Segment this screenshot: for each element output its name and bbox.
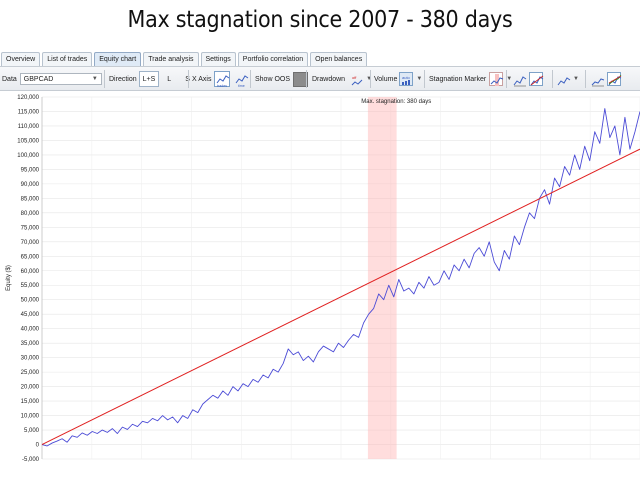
y-tick-label: 110,000 — [18, 124, 40, 130]
chevron-down-icon: ▼ — [91, 76, 98, 82]
stagnation-label-text: Max. stagnation: 380 days — [361, 99, 431, 105]
stagnation-group: Stagnation Marker ▼ — [429, 71, 512, 87]
xaxis-group: X Axis trades time — [192, 71, 249, 88]
volume-icon[interactable]: auto — [399, 72, 414, 86]
toolbar-divider — [585, 70, 586, 88]
xaxis-time-text: time — [238, 84, 245, 88]
y-tick-label: 55,000 — [21, 283, 40, 289]
chart-toolbar: Data GBPCAD ▼ Direction L+S L S X Axis t… — [0, 66, 640, 91]
drawdown-label: Drawdown — [312, 75, 346, 83]
y-tick-label: 100,000 — [17, 153, 39, 159]
direction-long-button[interactable]: L — [163, 71, 175, 87]
stagnation-band — [367, 97, 397, 459]
show-oos-group: Show OOS — [255, 71, 309, 87]
tab-bar: Overview List of trades Equity chart Tra… — [0, 48, 640, 66]
y-tick-label: 20,000 — [21, 385, 40, 391]
y-tick-label: 10,000 — [21, 414, 40, 420]
chart-style-group-2: ▼ — [556, 71, 579, 87]
line-chart-icon[interactable] — [512, 72, 527, 87]
data-select[interactable]: GBPCAD ▼ — [19, 73, 102, 85]
y-tick-label: 120,000 — [17, 95, 39, 101]
direction-group: Direction L+S L S — [109, 71, 194, 87]
area-chart-icon[interactable] — [590, 72, 605, 87]
y-tick-label: 70,000 — [21, 240, 40, 246]
y-tick-label: 5,000 — [24, 428, 40, 434]
tab-trade-analysis[interactable]: Trade analysis — [143, 52, 199, 66]
toolbar-divider — [370, 70, 371, 88]
chevron-down-icon[interactable]: ▼ — [416, 76, 422, 82]
chart-style-group-1 — [512, 71, 544, 87]
stagnation-marker-icon[interactable] — [489, 72, 504, 86]
data-label: Data — [2, 75, 17, 83]
y-tick-label: 60,000 — [21, 269, 40, 275]
chevron-down-icon[interactable]: ▼ — [573, 76, 579, 82]
tab-open-balances[interactable]: Open balances — [310, 52, 368, 66]
y-tick-label: 75,000 — [21, 225, 40, 231]
toolbar-divider — [424, 70, 425, 88]
y-tick-label: 35,000 — [21, 341, 40, 347]
y-tick-label: 45,000 — [21, 312, 40, 318]
direction-ls-button[interactable]: L+S — [138, 71, 160, 87]
y-tick-label: 105,000 — [17, 138, 39, 144]
y-tick-label: 95,000 — [21, 167, 40, 173]
y-tick-label: 30,000 — [21, 356, 40, 362]
volume-group: Volume auto ▼ — [374, 71, 422, 87]
drawdown-icon-text: off — [352, 75, 357, 80]
y-tick-label: 65,000 — [21, 254, 40, 260]
tab-list-of-trades[interactable]: List of trades — [42, 52, 93, 66]
xaxis-trades-text: trades — [217, 84, 227, 88]
toolbar-divider — [306, 70, 307, 88]
tab-equity-chart[interactable]: Equity chart — [94, 52, 142, 66]
toolbar-divider — [552, 70, 553, 88]
xaxis-label: X Axis — [192, 75, 212, 83]
multi-line-chart-icon[interactable] — [607, 72, 622, 86]
y-tick-label: 25,000 — [21, 370, 40, 376]
xaxis-trades-icon[interactable]: trades — [214, 71, 231, 88]
y-tick-label: 15,000 — [21, 399, 40, 405]
y-axis-title: Equity ($) — [6, 265, 12, 291]
line-options-icon[interactable] — [556, 72, 571, 86]
direction-label: Direction — [109, 75, 137, 83]
page-headline: Max stagnation since 2007 - 380 days — [127, 7, 513, 33]
drawdown-icon[interactable]: off — [349, 72, 363, 86]
volume-icon-text: auto — [402, 75, 411, 80]
tab-portfolio-correlation[interactable]: Portfolio correlation — [237, 52, 309, 66]
y-tick-label: 115,000 — [18, 109, 40, 115]
y-tick-label: 80,000 — [21, 211, 40, 217]
equity-chart[interactable]: Max. stagnation: 380 days 120,000 115,000… — [0, 91, 640, 480]
y-tick-label: 85,000 — [21, 196, 40, 202]
data-value: GBPCAD — [23, 75, 54, 83]
toolbar-divider — [104, 70, 105, 88]
tab-overview[interactable]: Overview — [1, 52, 41, 66]
tab-settings[interactable]: Settings — [200, 52, 236, 66]
trend-chart-icon[interactable] — [529, 72, 544, 86]
y-tick-label: 50,000 — [21, 298, 40, 304]
volume-label: Volume — [374, 75, 398, 83]
toolbar-divider — [506, 70, 507, 88]
y-tick-label: -5,000 — [22, 457, 40, 463]
chart-style-group-3 — [590, 71, 622, 87]
toolbar-divider — [250, 70, 251, 88]
drawdown-group: Drawdown off ▼ — [312, 71, 372, 87]
y-tick-label: 40,000 — [21, 327, 40, 333]
data-group: Data GBPCAD ▼ — [2, 71, 102, 87]
y-tick-label: 90,000 — [21, 182, 40, 188]
xaxis-time-icon[interactable]: time — [233, 71, 249, 88]
toolbar-divider — [188, 70, 189, 88]
stagnation-label: Stagnation Marker — [429, 75, 487, 83]
show-oos-label: Show OOS — [255, 75, 291, 83]
